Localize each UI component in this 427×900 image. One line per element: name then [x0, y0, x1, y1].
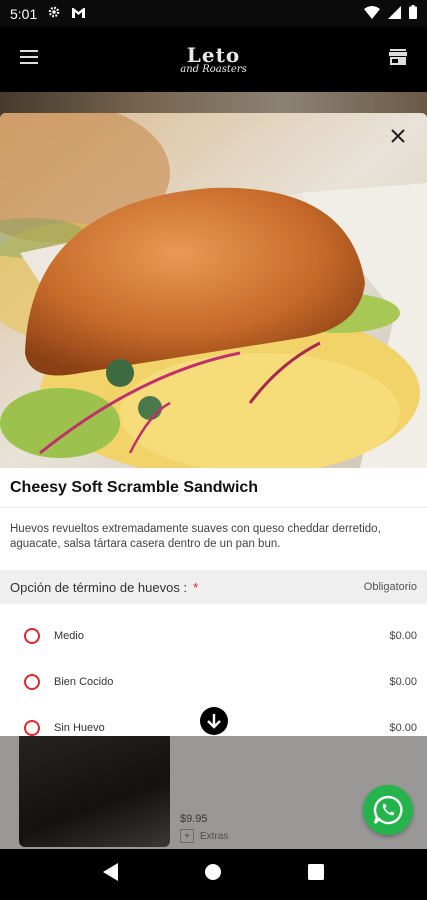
- hamburger-menu-icon[interactable]: [20, 50, 38, 69]
- whatsapp-icon: [373, 795, 403, 825]
- status-bar: 5:01: [0, 0, 427, 27]
- product-title: Cheesy Soft Scramble Sandwich: [10, 479, 259, 496]
- option-price: $0.00: [389, 722, 417, 734]
- gmail-icon: [71, 6, 86, 22]
- app-bar: Leto and Roasters: [0, 27, 427, 92]
- navigation-bar: [0, 849, 427, 900]
- close-button[interactable]: [387, 125, 409, 147]
- status-time: 5:01: [10, 5, 38, 22]
- divider: [0, 507, 427, 508]
- option-price: $0.00: [389, 676, 417, 688]
- close-icon: [391, 129, 405, 143]
- product-modal: Cheesy Soft Scramble Sandwich Huevos rev…: [0, 113, 427, 736]
- mandatory-label: Obligatorio: [363, 581, 417, 593]
- brand-tagline: and Roasters: [180, 63, 247, 75]
- option-bien-cocido[interactable]: Bien Cocido $0.00: [0, 664, 427, 700]
- radio-button[interactable]: [24, 628, 40, 644]
- option-name: Bien Cocido: [54, 676, 114, 688]
- option-name: Medio: [54, 630, 84, 642]
- settings-icon: [47, 5, 61, 22]
- egg-option-section-header: Opción de término de huevos : * Obligato…: [0, 570, 427, 604]
- scroll-down-button[interactable]: [200, 707, 228, 735]
- arrow-down-icon: [207, 714, 221, 729]
- brand-name: Leto: [186, 42, 241, 67]
- whatsapp-button[interactable]: [363, 785, 413, 835]
- section-label: Opción de término de huevos :: [10, 579, 188, 595]
- radio-button[interactable]: [24, 720, 40, 736]
- back-icon[interactable]: [102, 863, 119, 886]
- wifi-icon: [364, 5, 380, 22]
- home-icon[interactable]: [204, 863, 222, 886]
- recents-icon[interactable]: [308, 864, 325, 885]
- option-name: Sin Huevo: [54, 722, 105, 734]
- radio-button[interactable]: [24, 674, 40, 690]
- option-price: $0.00: [389, 630, 417, 642]
- store-icon[interactable]: [388, 49, 407, 70]
- product-description: Huevos revueltos extremadamente suaves c…: [10, 523, 381, 550]
- product-image: [0, 113, 427, 468]
- signal-icon: [388, 5, 401, 22]
- option-medio[interactable]: Medio $0.00: [0, 618, 427, 654]
- battery-icon: [409, 5, 417, 22]
- required-mark: *: [193, 579, 199, 595]
- brand-logo[interactable]: Leto and Roasters: [180, 45, 246, 75]
